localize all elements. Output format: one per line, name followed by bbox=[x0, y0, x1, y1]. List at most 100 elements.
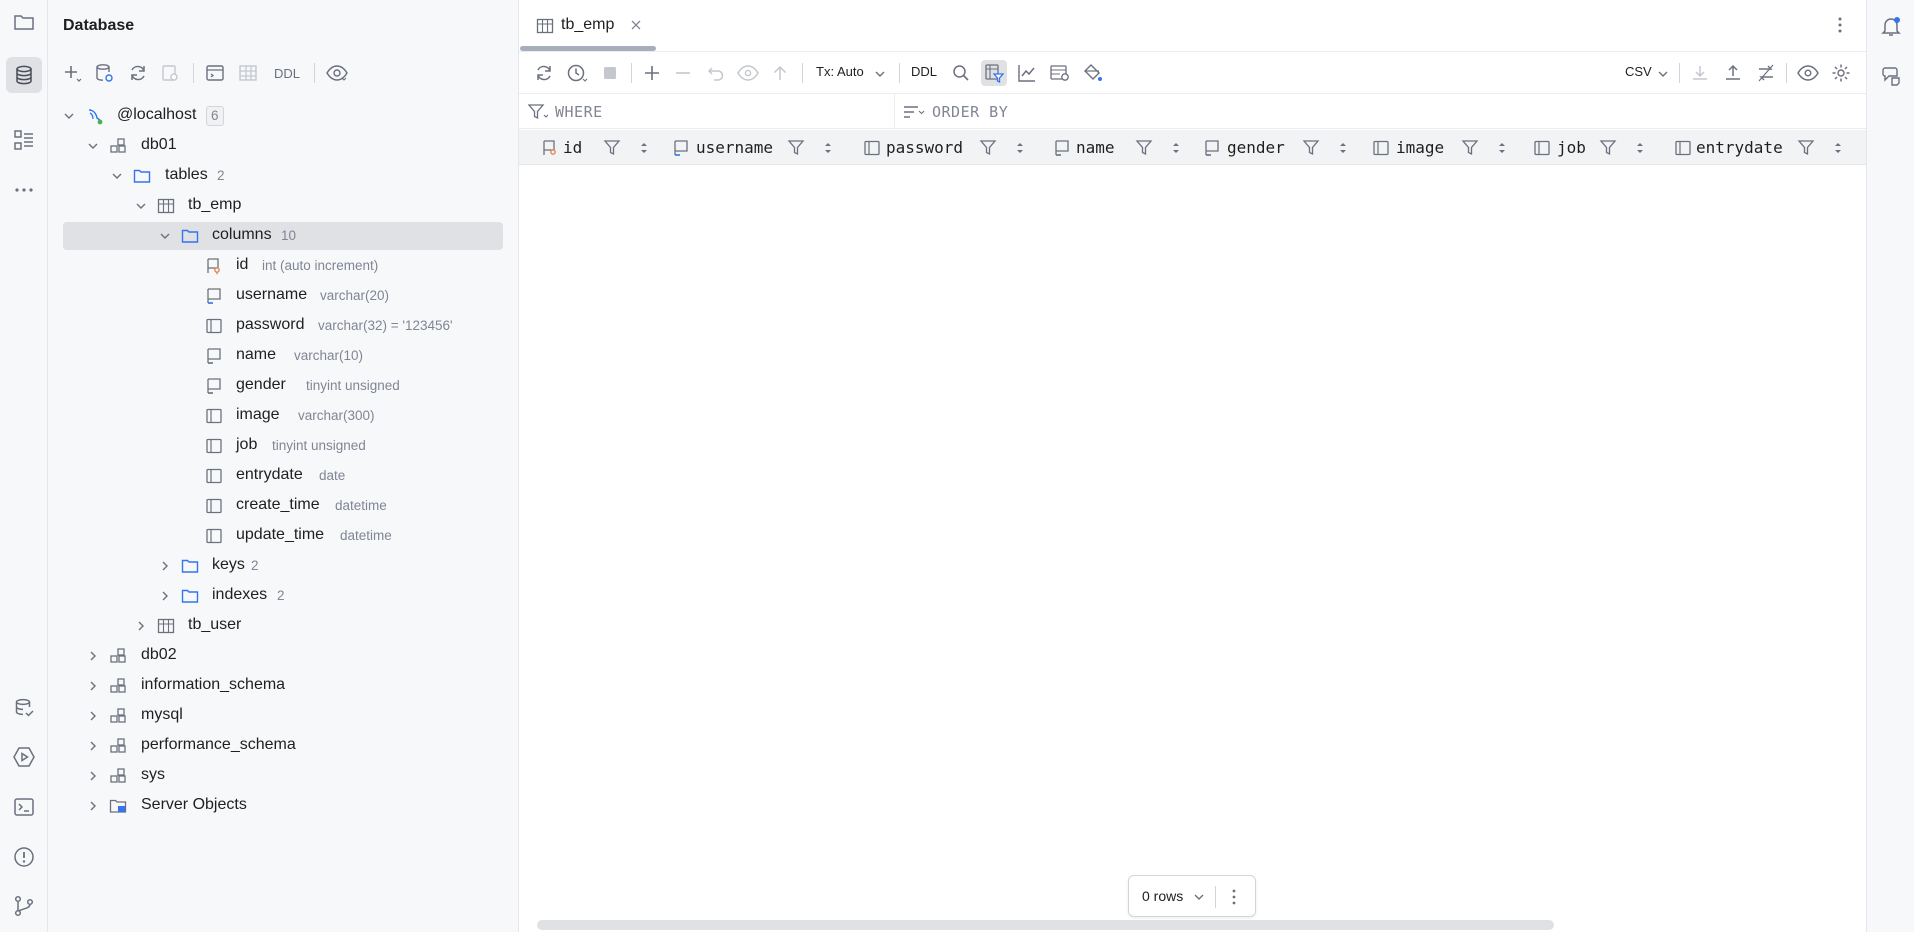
column-header-id[interactable]: id bbox=[541, 130, 656, 165]
tree-node-schema[interactable]: sys bbox=[53, 762, 513, 790]
tree-node-db01[interactable]: db01 bbox=[53, 132, 513, 160]
more-options-icon[interactable] bbox=[1833, 15, 1847, 35]
tree-node-schema[interactable]: information_schema bbox=[53, 672, 513, 700]
chevron-right-icon[interactable] bbox=[86, 649, 100, 663]
filter-icon[interactable] bbox=[1797, 139, 1815, 157]
horizontal-scrollbar[interactable] bbox=[537, 920, 1554, 930]
tree-node-keys[interactable]: keys 2 bbox=[53, 552, 513, 580]
export-upload-icon[interactable] bbox=[1720, 60, 1746, 86]
tree-column-image[interactable]: image varchar(300) bbox=[53, 402, 513, 430]
sort-arrows-icon[interactable] bbox=[1829, 139, 1847, 157]
export-format-dropdown[interactable]: CSV bbox=[1625, 64, 1652, 79]
chevron-down-icon[interactable] bbox=[110, 169, 124, 183]
column-header-password[interactable]: password bbox=[863, 130, 1033, 165]
tree-node-schema[interactable]: db02 bbox=[53, 642, 513, 670]
tree-node-server-objects[interactable]: Server Objects bbox=[53, 792, 513, 820]
refresh-icon[interactable] bbox=[125, 60, 151, 86]
tree-column-job[interactable]: job tinyint unsigned bbox=[53, 432, 513, 460]
tree-column-update-time[interactable]: update_time datetime bbox=[53, 522, 513, 550]
tree-node-tb-emp[interactable]: tb_emp bbox=[53, 192, 513, 220]
notifications-bell-icon[interactable] bbox=[1873, 8, 1909, 44]
view-options-eye-icon[interactable] bbox=[1795, 60, 1821, 86]
tree-column-name[interactable]: name varchar(10) bbox=[53, 342, 513, 370]
sort-arrows-icon[interactable] bbox=[635, 139, 653, 157]
search-icon[interactable] bbox=[948, 60, 974, 86]
more-options-icon[interactable] bbox=[1229, 887, 1239, 907]
ddl-button[interactable]: DDL bbox=[911, 64, 937, 79]
chevron-right-icon[interactable] bbox=[134, 619, 148, 633]
git-branch-icon[interactable] bbox=[6, 888, 42, 924]
column-header-username[interactable]: username bbox=[672, 130, 842, 165]
new-add-icon[interactable] bbox=[59, 60, 85, 86]
filter-icon[interactable] bbox=[1135, 139, 1153, 157]
tree-column-entrydate[interactable]: entrydate date bbox=[53, 462, 513, 490]
tree-column-id[interactable]: id int (auto increment) bbox=[53, 252, 513, 280]
tree-node-tables[interactable]: tables 2 bbox=[53, 162, 513, 190]
chevron-right-icon[interactable] bbox=[86, 679, 100, 693]
filter-icon[interactable] bbox=[1302, 139, 1320, 157]
filter-icon[interactable] bbox=[1599, 139, 1617, 157]
terminal-icon[interactable] bbox=[6, 789, 42, 825]
tree-node-indexes[interactable]: indexes 2 bbox=[53, 582, 513, 610]
auto-refresh-clock-icon[interactable] bbox=[564, 60, 590, 86]
query-console-icon[interactable] bbox=[202, 60, 228, 86]
chevron-down-icon[interactable] bbox=[1657, 68, 1669, 80]
filter-icon[interactable] bbox=[1461, 139, 1479, 157]
table-settings-icon[interactable] bbox=[1047, 60, 1073, 86]
chart-icon[interactable] bbox=[1014, 60, 1040, 86]
sort-arrows-icon[interactable] bbox=[1493, 139, 1511, 157]
tree-node-columns[interactable]: columns 10 bbox=[63, 222, 503, 250]
order-by-input[interactable]: ORDER BY bbox=[932, 103, 1008, 121]
problems-icon[interactable] bbox=[6, 839, 42, 875]
sort-arrows-icon[interactable] bbox=[819, 139, 837, 157]
tree-column-gender[interactable]: gender tinyint unsigned bbox=[53, 372, 513, 400]
where-filter-input[interactable]: WHERE bbox=[555, 103, 603, 121]
toggle-filter-icon[interactable] bbox=[981, 60, 1007, 86]
chevron-right-icon[interactable] bbox=[86, 769, 100, 783]
sort-arrows-icon[interactable] bbox=[1631, 139, 1649, 157]
chevron-down-icon[interactable] bbox=[134, 199, 148, 213]
chevron-right-icon[interactable] bbox=[86, 799, 100, 813]
chevron-down-icon[interactable] bbox=[1193, 891, 1205, 903]
project-folder-icon[interactable] bbox=[6, 4, 42, 40]
sort-arrows-icon[interactable] bbox=[1011, 139, 1029, 157]
filter-icon[interactable] bbox=[979, 139, 997, 157]
tree-column-password[interactable]: password varchar(32) = '123456' bbox=[53, 312, 513, 340]
coloring-paint-icon[interactable] bbox=[1080, 60, 1106, 86]
database-changes-icon[interactable] bbox=[6, 690, 42, 726]
reload-icon[interactable] bbox=[531, 60, 557, 86]
chevron-right-icon[interactable] bbox=[158, 559, 172, 573]
chevron-right-icon[interactable] bbox=[86, 739, 100, 753]
ai-assistant-icon[interactable] bbox=[1873, 58, 1909, 94]
tree-node-tb-user[interactable]: tb_user bbox=[53, 612, 513, 640]
sort-arrows-icon[interactable] bbox=[1167, 139, 1185, 157]
chevron-right-icon[interactable] bbox=[86, 709, 100, 723]
add-row-icon[interactable] bbox=[639, 60, 665, 86]
tree-node-localhost[interactable]: @localhost 6 bbox=[53, 102, 513, 130]
row-count-dropdown[interactable]: 0 rows bbox=[1142, 888, 1183, 904]
column-header-job[interactable]: job bbox=[1533, 130, 1653, 165]
ddl-button[interactable]: DDL bbox=[268, 60, 306, 86]
filter-icon[interactable] bbox=[787, 139, 805, 157]
chevron-down-icon[interactable] bbox=[62, 109, 76, 123]
transaction-mode-dropdown[interactable]: Tx: Auto bbox=[816, 64, 864, 79]
tree-node-schema[interactable]: performance_schema bbox=[53, 732, 513, 760]
tree-column-create-time[interactable]: create_time datetime bbox=[53, 492, 513, 520]
chevron-down-icon[interactable] bbox=[86, 139, 100, 153]
chevron-down-icon[interactable] bbox=[158, 229, 172, 243]
services-icon[interactable] bbox=[6, 739, 42, 775]
column-header-name[interactable]: name bbox=[1053, 130, 1193, 165]
column-header-gender[interactable]: gender bbox=[1203, 130, 1363, 165]
column-header-image[interactable]: image bbox=[1372, 130, 1522, 165]
close-icon[interactable] bbox=[630, 19, 642, 31]
view-options-eye-icon[interactable] bbox=[324, 60, 350, 86]
chevron-right-icon[interactable] bbox=[158, 589, 172, 603]
chevron-down-icon[interactable] bbox=[874, 68, 886, 80]
sort-arrows-icon[interactable] bbox=[1334, 139, 1352, 157]
settings-gear-icon[interactable] bbox=[1828, 60, 1854, 86]
more-tools-icon[interactable] bbox=[6, 172, 42, 208]
tree-node-schema[interactable]: mysql bbox=[53, 702, 513, 730]
filter-icon[interactable] bbox=[603, 139, 621, 157]
tree-column-username[interactable]: username varchar(20) bbox=[53, 282, 513, 310]
compare-arrows-icon[interactable] bbox=[1753, 60, 1779, 86]
